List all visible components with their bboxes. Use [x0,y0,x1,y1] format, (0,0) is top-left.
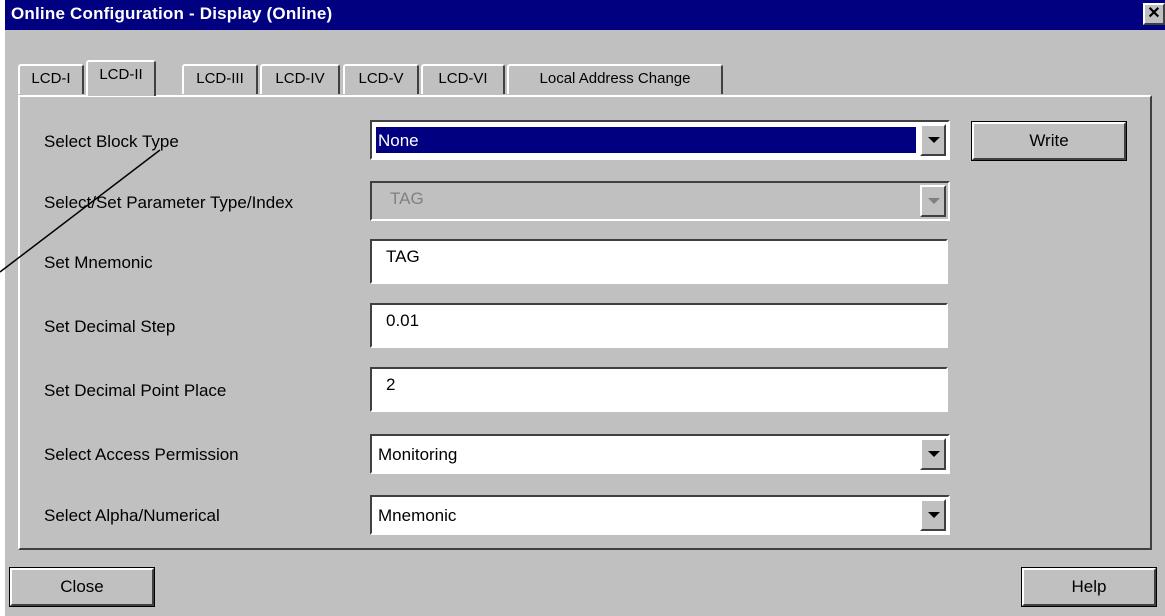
help-button[interactable]: Help [1021,567,1157,607]
tab-local-address-change[interactable]: Local Address Change [507,64,723,94]
tab-panel [18,95,1152,550]
title-bar[interactable]: Online Configuration - Display (Online) … [5,0,1165,30]
block-type-value: None [378,131,419,150]
tab-lcd-ii[interactable]: LCD-II [86,60,156,96]
tab-lcd-iv[interactable]: LCD-IV [260,64,340,94]
window-title: Online Configuration - Display (Online) [11,4,333,23]
tab-lcd-vi[interactable]: LCD-VI [421,64,505,94]
tab-lcd-iii[interactable]: LCD-III [182,64,258,94]
close-icon[interactable]: ✕ [1143,3,1165,25]
tab-lcd-v[interactable]: LCD-V [343,64,419,94]
tab-lcd-i[interactable]: LCD-I [18,64,84,94]
close-button[interactable]: Close [9,567,155,607]
